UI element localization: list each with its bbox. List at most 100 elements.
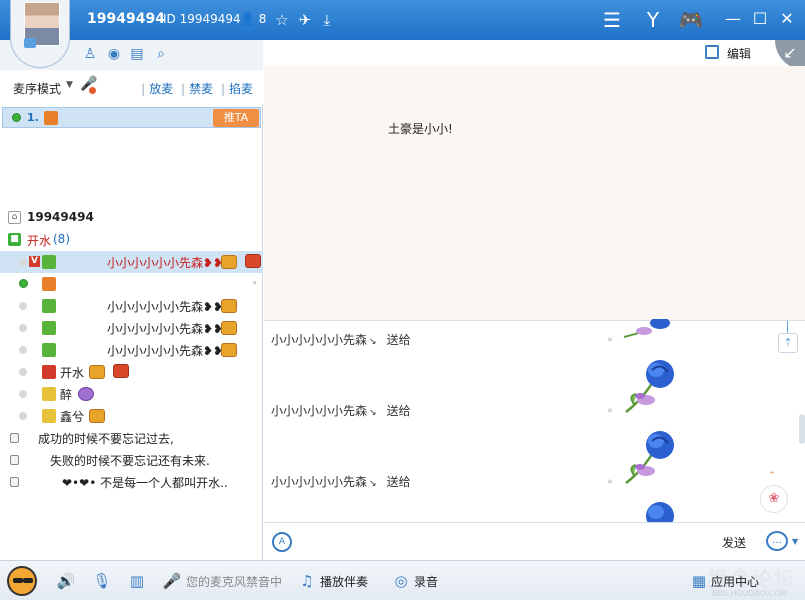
- edit-button[interactable]: 编辑: [727, 45, 751, 62]
- crown-icon: [221, 343, 237, 357]
- room-id: ID 19949494: [163, 12, 241, 26]
- chevron-down-icon[interactable]: ▼: [792, 537, 798, 546]
- right-panel: 编辑 ↙ 土豪是小小! 小小小小小小先森 ↘ 送给 ◦ 小小小小小小先森 ↘ 送给 ◦: [264, 40, 805, 560]
- message-input-area[interactable]: A 发送 … ▼: [264, 522, 805, 560]
- channel-count: (8): [53, 232, 70, 246]
- microphone-icon[interactable]: 🎤: [80, 76, 97, 96]
- lock-icon: [10, 455, 19, 465]
- badge-icon: [78, 387, 94, 401]
- emoji-icon[interactable]: A: [272, 532, 292, 552]
- gift-icon: [42, 409, 56, 423]
- house-icon: ⌂: [8, 211, 21, 224]
- gift-icon: [44, 111, 58, 125]
- user-row[interactable]: 开水: [0, 361, 263, 383]
- sub-channel[interactable]: 失败的时候不要忘记还有未来.: [0, 449, 263, 471]
- crown-icon: [221, 321, 237, 335]
- crown-icon: [89, 409, 105, 423]
- volume-icon[interactable]: 🔊: [56, 571, 76, 591]
- channel-header[interactable]: ■ 开水 (8): [0, 229, 263, 251]
- user-row[interactable]: 小小小小小小先森❥❥: [0, 317, 263, 339]
- thumb-up-icon: [24, 38, 36, 48]
- user-name: 开水: [60, 366, 85, 380]
- crown-icon: [89, 365, 105, 379]
- bottom-bar: 🔊 🎙 ▥ 🎤 您的麦克风禁音中 ♫ 播放伴奏 ◎ 录音 猴岛论坛 BBS.HO…: [0, 560, 805, 600]
- play-music-button[interactable]: 播放伴奏: [320, 573, 368, 590]
- queue-number: 1.: [27, 111, 39, 124]
- maximize-icon[interactable]: ☐: [750, 9, 770, 29]
- lock-icon: [10, 477, 19, 487]
- minimize-icon[interactable]: —: [723, 9, 743, 29]
- room-header[interactable]: ⌂ 19949494: [0, 207, 263, 229]
- channel-name: 开水: [27, 234, 52, 248]
- gamepad-icon[interactable]: 🎮: [678, 7, 704, 33]
- record-icon[interactable]: ◎: [391, 571, 411, 591]
- equalizer-icon[interactable]: ▥: [127, 571, 147, 591]
- rose-gift-icon: [625, 431, 674, 484]
- sub-channel[interactable]: ❤•❤• 不是每一个人都叫开水..: [0, 471, 263, 493]
- gift-message: 小小小小小小先森 ↘ 送给: [271, 333, 411, 347]
- rose-gift-icon: [625, 360, 674, 413]
- user-row[interactable]: 小小小小小小先森❥❥: [0, 295, 263, 317]
- speaker-icon: ◦: [252, 279, 258, 289]
- app-grid-icon[interactable]: ▦: [689, 571, 709, 591]
- user-name: 小小小小小小先森❥❥: [107, 256, 224, 270]
- online-status-icon: [12, 113, 21, 122]
- ban-mic-link[interactable]: 禁麦: [189, 82, 213, 96]
- chat-area[interactable]: 小小小小小小先森 ↘ 送给 ◦ 小小小小小小先森 ↘ 送给 ◦ 小小小小小小先森 ↘ 送给 …: [264, 319, 805, 523]
- scroll-to-top-icon[interactable]: ⇡: [778, 333, 798, 353]
- mic-queue-item[interactable]: 1. 推TA: [2, 107, 261, 128]
- message-sender[interactable]: 小小小小小小先森: [271, 333, 367, 347]
- user-row[interactable]: V 小小小小小小先森❥❥: [0, 251, 263, 273]
- user-row[interactable]: 醉: [0, 383, 263, 405]
- record-button[interactable]: 录音: [414, 573, 438, 590]
- app-logo-icon[interactable]: [7, 566, 37, 596]
- mic-muted-icon[interactable]: 🎤: [162, 571, 182, 591]
- grab-mic-link[interactable]: 掐麦: [229, 82, 253, 96]
- push-ta-button[interactable]: 推TA: [213, 109, 259, 127]
- search-icon[interactable]: ⌕: [152, 45, 170, 63]
- message-sender[interactable]: 小小小小小小先森: [271, 404, 367, 418]
- room-notice-text: 土豪是小小!: [388, 122, 453, 136]
- release-mic-link[interactable]: 放麦: [149, 82, 173, 96]
- user-row[interactable]: ◦: [0, 273, 263, 295]
- music-note-icon[interactable]: ♫: [297, 571, 317, 591]
- gift-icon: [42, 343, 56, 357]
- chevron-up-icon[interactable]: ⌃: [768, 471, 776, 481]
- app-center-button[interactable]: 应用中心: [711, 573, 759, 590]
- close-icon[interactable]: ✕: [777, 9, 797, 29]
- message-verb: 送给: [386, 475, 411, 489]
- mic-muted-text: 您的麦克风禁音中: [186, 575, 283, 589]
- star-icon[interactable]: ☆: [272, 10, 292, 30]
- edit-icon[interactable]: [705, 45, 719, 59]
- status-dot: [19, 258, 27, 266]
- gift-icon: [42, 255, 56, 269]
- gift-icon: [42, 387, 56, 401]
- download-icon[interactable]: ⤓: [317, 10, 337, 30]
- watermark-sub: BBS.HOUDAO.COM: [712, 589, 788, 598]
- mic-settings-icon[interactable]: 🎙: [92, 571, 112, 591]
- document-edit-icon[interactable]: ▤: [128, 45, 146, 63]
- message-sender[interactable]: 小小小小小小先森: [271, 475, 367, 489]
- sub-channel[interactable]: 成功的时候不要忘记过去,: [0, 427, 263, 449]
- user-row[interactable]: 鑫兮: [0, 405, 263, 427]
- list-icon[interactable]: ☰: [599, 7, 625, 33]
- plane-icon[interactable]: ✈: [295, 10, 315, 30]
- vip-icon[interactable]: Y: [640, 7, 666, 33]
- send-button[interactable]: 发送: [722, 534, 746, 551]
- flower-button[interactable]: ❀: [760, 485, 788, 513]
- user-row[interactable]: 小小小小小小先森❥❥: [0, 339, 263, 361]
- user-group-icon[interactable]: ♙: [81, 45, 99, 63]
- person-icon: 👤: [240, 12, 255, 26]
- location-icon[interactable]: ◉: [105, 45, 123, 63]
- gift-icon: [42, 277, 56, 291]
- channel-lock-icon: ■: [8, 233, 21, 246]
- crown-icon: [221, 299, 237, 313]
- crown-icon: [221, 255, 237, 269]
- chat-bubble-icon[interactable]: …: [766, 531, 788, 551]
- online-count: 👤 8: [240, 12, 267, 26]
- mic-mode-select[interactable]: 麦序模式: [13, 80, 61, 97]
- chevron-down-icon[interactable]: ▼: [66, 80, 73, 90]
- message-verb: 送给: [386, 333, 411, 347]
- scrollbar-thumb[interactable]: [799, 414, 805, 444]
- avatar-frame[interactable]: [10, 0, 70, 68]
